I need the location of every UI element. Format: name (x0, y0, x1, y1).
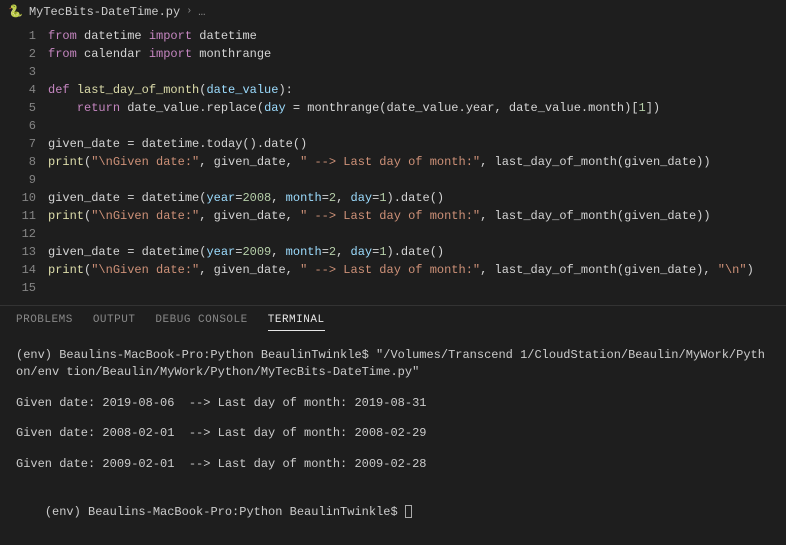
code-line[interactable]: print("\nGiven date:", given_date, " -->… (48, 153, 786, 171)
panel-tab-problems[interactable]: PROBLEMS (16, 314, 73, 331)
code-line[interactable]: return date_value.replace(day = monthran… (48, 99, 786, 117)
terminal-line: Given date: 2009-02-01 --> Last day of m… (16, 456, 770, 473)
line-number: 11 (0, 207, 36, 225)
line-number: 4 (0, 81, 36, 99)
line-number: 14 (0, 261, 36, 279)
terminal-panel[interactable]: (env) Beaulins-MacBook-Pro:Python Beauli… (0, 339, 786, 545)
line-number: 8 (0, 153, 36, 171)
line-number: 15 (0, 279, 36, 297)
python-file-icon: 🐍 (8, 4, 23, 19)
line-number-gutter: 123456789101112131415 (0, 27, 48, 297)
code-line[interactable] (48, 225, 786, 243)
code-line[interactable]: print("\nGiven date:", given_date, " -->… (48, 207, 786, 225)
breadcrumb-filename: MyTecBits-DateTime.py (29, 5, 180, 19)
line-number: 7 (0, 135, 36, 153)
chevron-right-icon: › (186, 6, 192, 17)
breadcrumb[interactable]: 🐍 MyTecBits-DateTime.py › … (0, 0, 786, 23)
code-line[interactable]: from calendar import monthrange (48, 45, 786, 63)
line-number: 10 (0, 189, 36, 207)
code-line[interactable]: given_date = datetime.today().date() (48, 135, 786, 153)
panel-tab-debug-console[interactable]: DEBUG CONSOLE (155, 314, 247, 331)
code-editor[interactable]: 123456789101112131415 from datetime impo… (0, 23, 786, 297)
terminal-line: (env) Beaulins-MacBook-Pro:Python Beauli… (16, 347, 770, 381)
code-content[interactable]: from datetime import datetimefrom calend… (48, 27, 786, 297)
line-number: 9 (0, 171, 36, 189)
line-number: 1 (0, 27, 36, 45)
panel-tabs: PROBLEMS OUTPUT DEBUG CONSOLE TERMINAL (0, 305, 786, 339)
code-line[interactable]: from datetime import datetime (48, 27, 786, 45)
line-number: 3 (0, 63, 36, 81)
terminal-line: Given date: 2008-02-01 --> Last day of m… (16, 425, 770, 442)
breadcrumb-ellipsis: … (198, 5, 205, 19)
line-number: 6 (0, 117, 36, 135)
line-number: 2 (0, 45, 36, 63)
terminal-cursor (405, 505, 412, 518)
line-number: 12 (0, 225, 36, 243)
terminal-line: (env) Beaulins-MacBook-Pro:Python Beauli… (16, 487, 770, 537)
panel-tab-output[interactable]: OUTPUT (93, 314, 136, 331)
code-line[interactable]: def last_day_of_month(date_value): (48, 81, 786, 99)
line-number: 13 (0, 243, 36, 261)
code-line[interactable] (48, 63, 786, 81)
code-line[interactable] (48, 279, 786, 297)
code-line[interactable]: print("\nGiven date:", given_date, " -->… (48, 261, 786, 279)
panel-tab-terminal[interactable]: TERMINAL (268, 314, 325, 331)
code-line[interactable] (48, 171, 786, 189)
line-number: 5 (0, 99, 36, 117)
code-line[interactable]: given_date = datetime(year=2008, month=2… (48, 189, 786, 207)
terminal-line: Given date: 2019-08-06 --> Last day of m… (16, 395, 770, 412)
code-line[interactable] (48, 117, 786, 135)
code-line[interactable]: given_date = datetime(year=2009, month=2… (48, 243, 786, 261)
